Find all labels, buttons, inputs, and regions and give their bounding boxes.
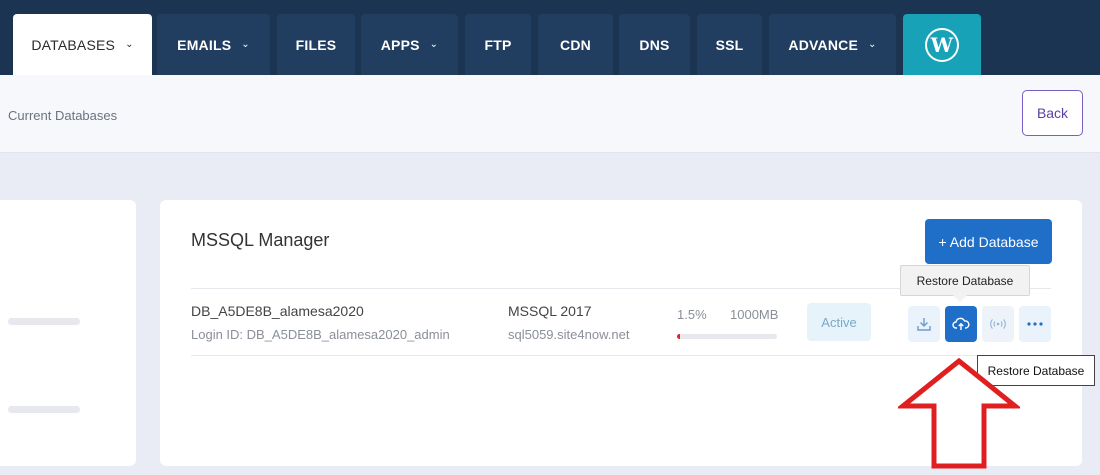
tab-label: ADVANCE (788, 36, 858, 53)
status-badge: Active (807, 303, 871, 341)
tab-wordpress[interactable]: W (903, 14, 981, 75)
database-name: DB_A5DE8B_alamesa2020 (191, 303, 364, 319)
usage-size: 1000MB (730, 307, 779, 322)
chevron-down-icon: ⌄ (868, 39, 877, 50)
chevron-down-icon: ⌄ (429, 39, 439, 50)
breadcrumb: Current Databases (8, 108, 118, 123)
tab-label: FILES (295, 36, 337, 53)
page-header: Current Databases (0, 75, 1100, 153)
add-database-button[interactable]: + Add Database (925, 219, 1052, 264)
download-icon (917, 318, 931, 331)
tab-advance[interactable]: ADVANCE ⌄ (769, 14, 896, 75)
database-login: Login ID: DB_A5DE8B_alamesa2020_admin (191, 327, 450, 342)
tab-label: DATABASES (31, 36, 116, 53)
placeholder-bar (8, 318, 80, 325)
wordpress-icon: W (925, 27, 959, 62)
cloud-restore-icon (952, 317, 970, 330)
database-type: MSSQL 2017 (508, 303, 592, 319)
connection-button[interactable] (982, 306, 1014, 342)
tab-databases[interactable]: DATABASES ⌄ (13, 14, 152, 75)
tab-apps[interactable]: APPS ⌄ (361, 14, 458, 75)
tab-dns[interactable]: DNS (619, 14, 690, 75)
more-options-button[interactable] (1019, 306, 1051, 342)
side-panel (0, 200, 136, 466)
tab-label: EMAILS (177, 36, 232, 53)
card-title: MSSQL Manager (191, 230, 330, 250)
placeholder-bar (8, 406, 80, 413)
tab-label: CDN (560, 36, 591, 53)
usage-percent: 1.5% (677, 307, 707, 322)
tab-label: APPS (380, 36, 420, 53)
database-host: sql5059.site4now.net (508, 327, 630, 342)
top-navigation: DATABASES ⌄ EMAILS ⌄ FILES APPS ⌄ FTP CDN D… (0, 0, 1100, 75)
usage-progress-fill (677, 334, 680, 339)
back-button[interactable]: Back (1022, 90, 1083, 136)
chevron-down-icon: ⌄ (125, 39, 134, 50)
restore-tooltip: Restore Database (900, 265, 1030, 302)
tab-label: FTP (484, 36, 512, 53)
annotation-arrow-icon (898, 358, 1020, 469)
tab-cdn[interactable]: CDN (538, 14, 613, 75)
tab-emails[interactable]: EMAILS ⌄ (157, 14, 270, 75)
usage-progress-bar (677, 334, 777, 339)
tab-files[interactable]: FILES (277, 14, 355, 75)
tab-ssl[interactable]: SSL (697, 14, 762, 75)
broadcast-icon (990, 319, 1006, 329)
tab-label: DNS (639, 36, 670, 53)
download-button[interactable] (908, 306, 940, 342)
tab-label: SSL (715, 36, 744, 53)
tab-ftp[interactable]: FTP (465, 14, 531, 75)
restore-database-button[interactable] (945, 306, 977, 342)
more-icon (1027, 322, 1043, 326)
chevron-down-icon: ⌄ (241, 39, 250, 50)
divider (191, 355, 1051, 356)
